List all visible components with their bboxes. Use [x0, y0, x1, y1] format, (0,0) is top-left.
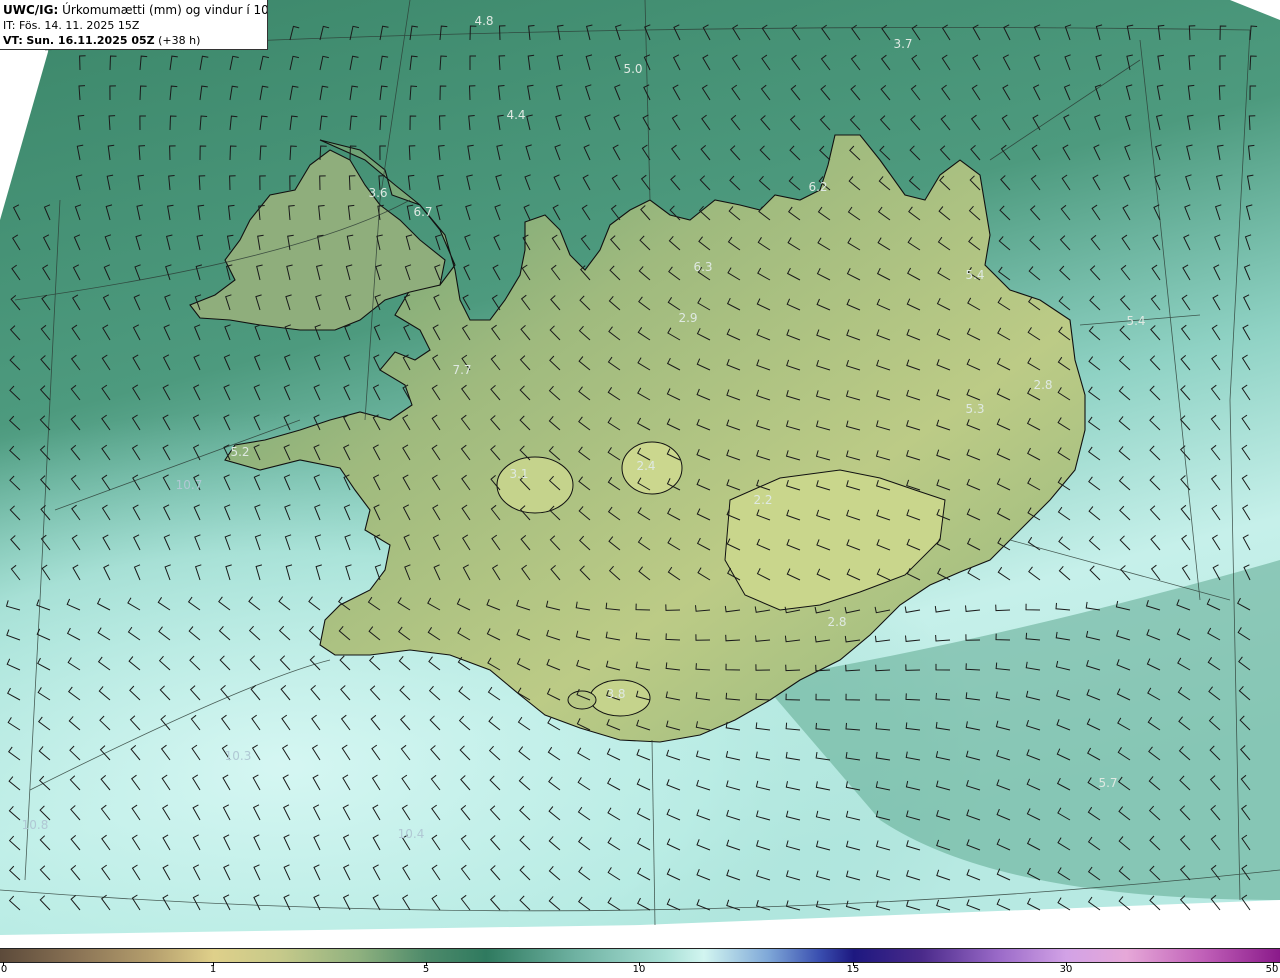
colorbar-tick-label: 10 [632, 964, 646, 975]
value-label: 10.4 [398, 827, 425, 841]
value-label: 5.0 [623, 62, 642, 76]
map-title: Úrkomumætti (mm) og vindur í 100m hæð [62, 3, 268, 17]
value-label: 5.2 [230, 445, 249, 459]
map-header: UWC/IG: Úrkomumætti (mm) og vindur í 100… [0, 0, 268, 50]
colorbar-tick-label: 5 [422, 964, 430, 975]
value-label: 5.3 [965, 402, 984, 416]
value-label: 5.4 [1126, 314, 1145, 328]
value-label: 3.6 [368, 186, 387, 200]
value-label: 2.4 [636, 459, 655, 473]
map-stage: 4.8 3.7 5.0 4.4 3.6 6.7 6.2 6.3 2.9 5.4 5.4 2.8 7.7 5… [0, 0, 1280, 978]
issue-time: IT: Fös. 14. 11. 2025 15Z [3, 19, 140, 32]
colorbar-tick-label: 15 [846, 964, 860, 975]
title-line: UWC/IG: Úrkomumætti (mm) og vindur í 100… [3, 3, 267, 18]
colorbar-tick-label: 50 [1265, 964, 1279, 975]
value-label: 4.8 [474, 14, 493, 28]
value-label: 6.2 [808, 180, 827, 194]
value-label: 5.4 [965, 268, 984, 282]
product-code: UWC/IG: [3, 3, 59, 17]
colorbar-tick-label: 30 [1059, 964, 1073, 975]
value-label: 3.8 [606, 687, 625, 701]
value-label: 2.9 [678, 311, 697, 325]
eyjafjallajokull [567, 690, 597, 710]
valid-time-line: VT: Sun. 16.11.2025 05Z (+38 h) [3, 33, 267, 48]
value-label: 7.7 [452, 363, 471, 377]
colorbar-tick-label: 0 [0, 964, 8, 975]
valid-time-offset: (+38 h) [158, 34, 201, 47]
weather-map: 4.8 3.7 5.0 4.4 3.6 6.7 6.2 6.3 2.9 5.4 5.4 2.8 7.7 5… [0, 0, 1280, 946]
langjokull [496, 456, 574, 514]
value-label: 10.8 [22, 818, 49, 832]
valid-time-prefix: VT: [3, 34, 23, 47]
value-label: 3.7 [893, 37, 912, 51]
value-label: 2.2 [753, 493, 772, 507]
value-label: 2.8 [1033, 378, 1052, 392]
value-label: 5.7 [1098, 776, 1117, 790]
colorbar [0, 948, 1280, 963]
value-label: 2.8 [827, 615, 846, 629]
colorbar-tick-label: 1 [209, 964, 217, 975]
value-label: 10.3 [225, 749, 252, 763]
value-label: 3.1 [509, 467, 528, 481]
valid-time-value: Sun. 16.11.2025 05Z [26, 34, 155, 47]
value-label: 4.4 [506, 108, 525, 122]
value-label: 10.7 [176, 478, 203, 492]
value-label: 6.7 [413, 205, 432, 219]
value-label: 6.3 [693, 260, 712, 274]
